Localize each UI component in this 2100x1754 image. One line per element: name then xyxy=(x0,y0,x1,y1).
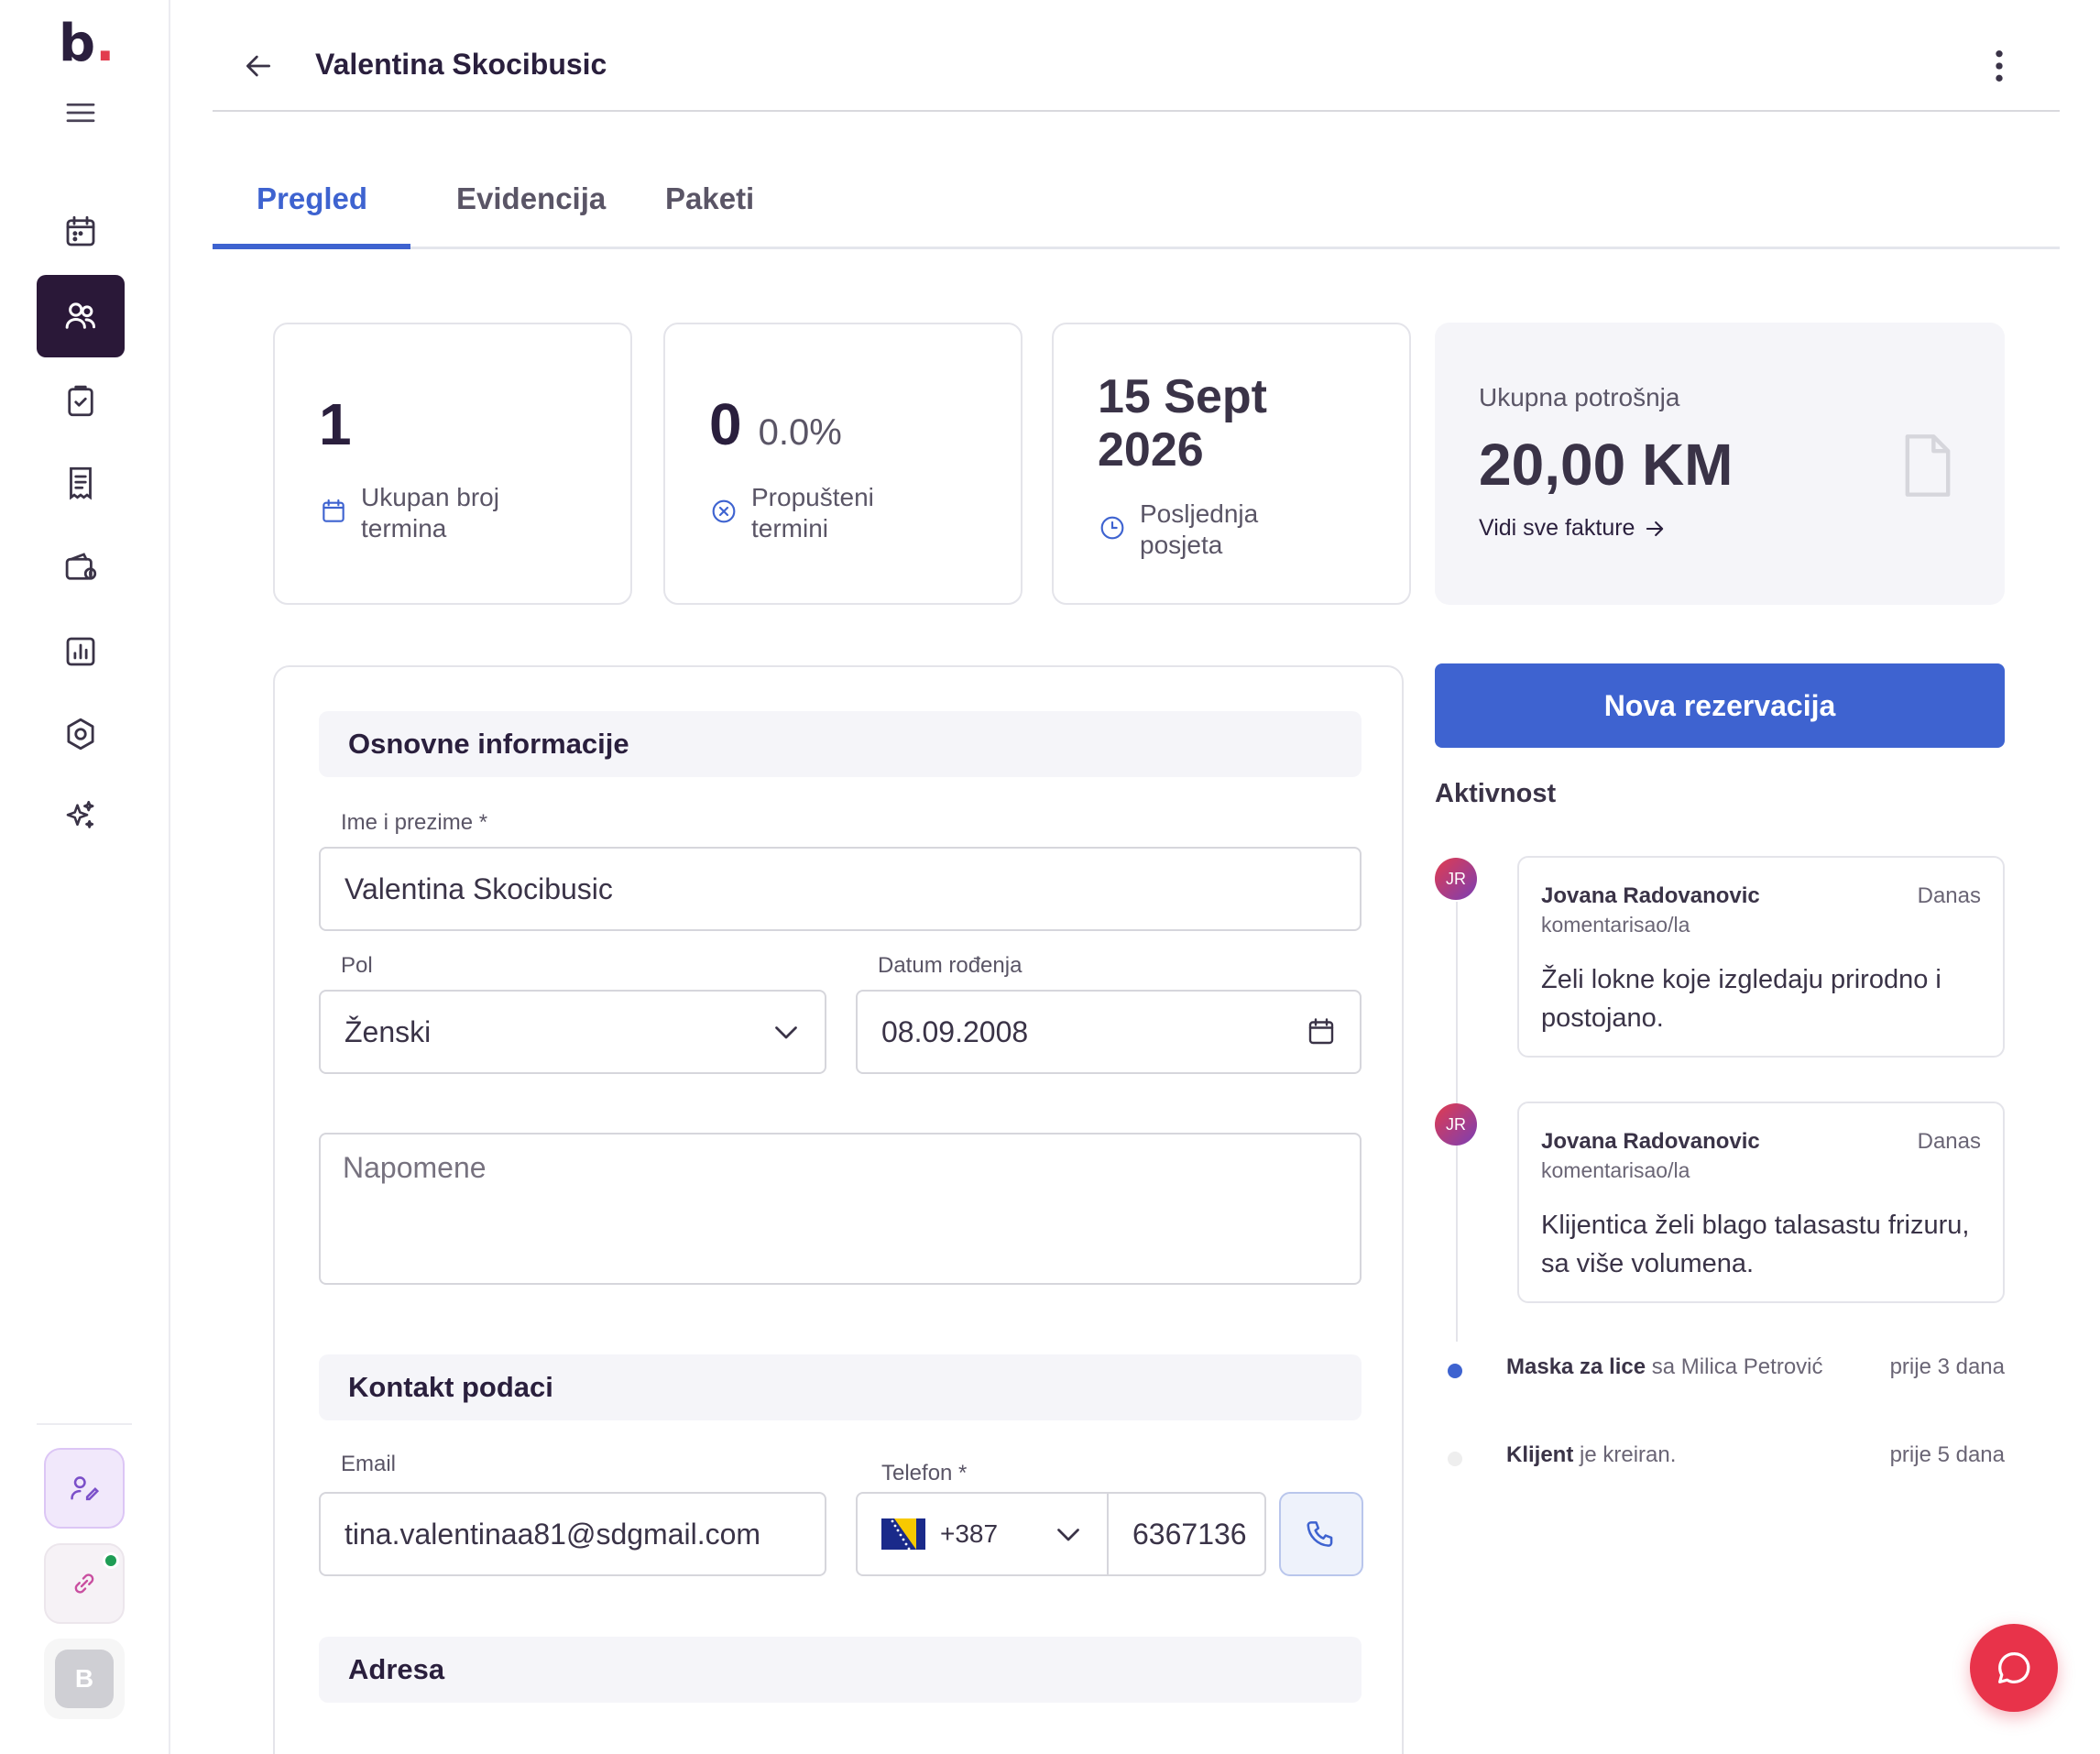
dob-label: Datum rođenja xyxy=(878,953,1023,978)
new-reservation-button[interactable]: Nova rezervacija xyxy=(1435,663,2005,748)
phone-icon xyxy=(1307,1521,1333,1547)
gender-label: Pol xyxy=(341,953,373,978)
sidebar-item-clients[interactable] xyxy=(37,275,125,357)
sidebar-item-tasks[interactable] xyxy=(37,359,125,442)
section-contact: Kontakt podaci xyxy=(319,1354,1362,1420)
sidebar-item-reports[interactable] xyxy=(37,610,125,693)
receipt-icon xyxy=(70,466,92,500)
page-title: Valentina Skocibusic xyxy=(315,48,607,81)
sidebar-item-ai[interactable] xyxy=(37,775,125,858)
sidebar-item-settings[interactable] xyxy=(37,693,125,775)
section-address: Adresa xyxy=(319,1637,1362,1703)
stat-value: 15 Sept 2026 xyxy=(1098,370,1267,477)
stat-label: Ukupan broj termina xyxy=(361,483,499,543)
activity-comment: Jovana Radovanovic komentarisao/la Danas… xyxy=(1517,1102,2005,1303)
comment-author: Jovana Radovanovic xyxy=(1541,1129,1760,1154)
clients-icon xyxy=(65,302,96,329)
activity-title: Aktivnost xyxy=(1435,779,1557,808)
active-tab-indicator xyxy=(213,244,410,249)
profile-button[interactable]: B xyxy=(44,1639,125,1719)
comment-text: Klijentica želi blago talasastu frizuru,… xyxy=(1541,1211,1970,1278)
sidebar-item-invoices[interactable] xyxy=(37,442,125,524)
link-icon xyxy=(74,1573,94,1594)
bosnia-flag-icon xyxy=(881,1518,925,1550)
stat-value: 1 xyxy=(319,391,352,457)
event-bullet xyxy=(1448,1364,1462,1378)
name-label: Ime i prezime * xyxy=(341,810,488,835)
tab-bar: Pregled Evidencija Paketi xyxy=(213,174,2060,249)
more-options-icon[interactable] xyxy=(1990,48,2008,84)
avatar: JR xyxy=(1435,1103,1477,1146)
email-field[interactable]: tina.valentinaa81@sdgmail.com xyxy=(319,1492,826,1576)
chevron-down-icon xyxy=(775,1026,797,1039)
comment-time: Danas xyxy=(1917,1129,1981,1154)
sidebar: b. B xyxy=(0,0,170,1754)
stat-missed-appointments: 0 0.0% Propušteni termini xyxy=(663,323,1023,605)
notes-textarea[interactable]: Napomene xyxy=(319,1133,1362,1285)
chat-bubble-icon xyxy=(1998,1652,2030,1683)
clipboard-check-icon xyxy=(68,385,93,417)
email-label: Email xyxy=(341,1452,397,1476)
spending-value: 20,00 KM xyxy=(1479,432,1734,498)
client-form: Osnovne informacije Ime i prezime * Vale… xyxy=(273,665,1404,1754)
user-edit-icon xyxy=(71,1476,100,1501)
full-name-input[interactable]: Valentina Skocibusic xyxy=(319,847,1362,931)
tab-paketi[interactable]: Paketi xyxy=(665,174,754,249)
chart-icon xyxy=(66,637,95,666)
app-logo[interactable]: b. xyxy=(59,16,115,71)
comment-time: Danas xyxy=(1917,883,1981,908)
phone-number-input[interactable]: 6367136 xyxy=(1107,1492,1266,1576)
country-code: +387 xyxy=(940,1519,999,1548)
integrations-button[interactable] xyxy=(44,1543,125,1624)
phone-label: Telefon * xyxy=(881,1461,968,1485)
back-arrow-icon[interactable] xyxy=(240,48,277,84)
wallet-icon xyxy=(65,553,97,580)
chat-button[interactable] xyxy=(1970,1624,2058,1712)
sidebar-item-calendar[interactable] xyxy=(37,191,125,273)
call-button[interactable] xyxy=(1279,1492,1363,1576)
user-settings-button[interactable] xyxy=(44,1448,125,1529)
sidebar-item-wallet[interactable] xyxy=(37,526,125,608)
stat-value: 0 xyxy=(709,391,742,457)
stat-label: Posljednja posjeta xyxy=(1140,499,1259,559)
avatar: B xyxy=(55,1650,114,1708)
stat-last-visit: 15 Sept 2026 Posljednja posjeta xyxy=(1052,323,1411,605)
activity-comment: Jovana Radovanovic komentarisao/la Danas… xyxy=(1517,856,2005,1058)
country-code-select[interactable]: +387 xyxy=(856,1492,1109,1576)
dob-input[interactable]: 08.09.2008 xyxy=(856,990,1362,1074)
calendar-icon xyxy=(323,499,345,522)
event-time: prije 5 dana xyxy=(1889,1442,2005,1467)
chevron-down-icon xyxy=(1057,1529,1079,1541)
settings-icon xyxy=(67,718,94,751)
stat-percent: 0.0% xyxy=(758,412,842,453)
gender-select[interactable]: Ženski xyxy=(319,990,826,1074)
arrow-right-icon xyxy=(1646,521,1664,536)
comment-author: Jovana Radovanovic xyxy=(1541,883,1760,908)
comment-text: Želi lokne koje izgledaju prirodno i pos… xyxy=(1541,965,1941,1033)
page-header: Valentina Skocibusic xyxy=(213,0,2060,112)
avatar: JR xyxy=(1435,858,1477,900)
document-icon xyxy=(1905,434,1951,497)
menu-icon[interactable] xyxy=(37,71,125,154)
online-status-dot xyxy=(103,1552,119,1569)
section-basic-info: Osnovne informacije xyxy=(319,711,1362,777)
calendar-icon xyxy=(66,215,95,247)
stat-label: Propušteni termini xyxy=(751,483,874,543)
clock-icon xyxy=(1100,516,1124,540)
spending-label: Ukupna potrošnja xyxy=(1479,383,1680,411)
sidebar-divider xyxy=(37,1423,132,1425)
x-circle-icon xyxy=(712,499,736,523)
tab-pregled[interactable]: Pregled xyxy=(257,174,367,249)
event-bullet xyxy=(1448,1452,1462,1466)
spending-card: Ukupna potrošnja 20,00 KM Vidi sve faktu… xyxy=(1435,323,2005,605)
comment-action: komentarisao/la xyxy=(1541,913,1690,937)
comment-action: komentarisao/la xyxy=(1541,1158,1690,1182)
sparkles-icon xyxy=(66,800,94,828)
calendar-icon[interactable] xyxy=(1305,1015,1338,1048)
view-invoices-link[interactable]: Vidi sve fakture xyxy=(1479,515,1668,542)
tab-evidencija[interactable]: Evidencija xyxy=(456,174,606,249)
stat-total-appointments: 1 Ukupan broj termina xyxy=(273,323,632,605)
event-time: prije 3 dana xyxy=(1889,1354,2005,1379)
